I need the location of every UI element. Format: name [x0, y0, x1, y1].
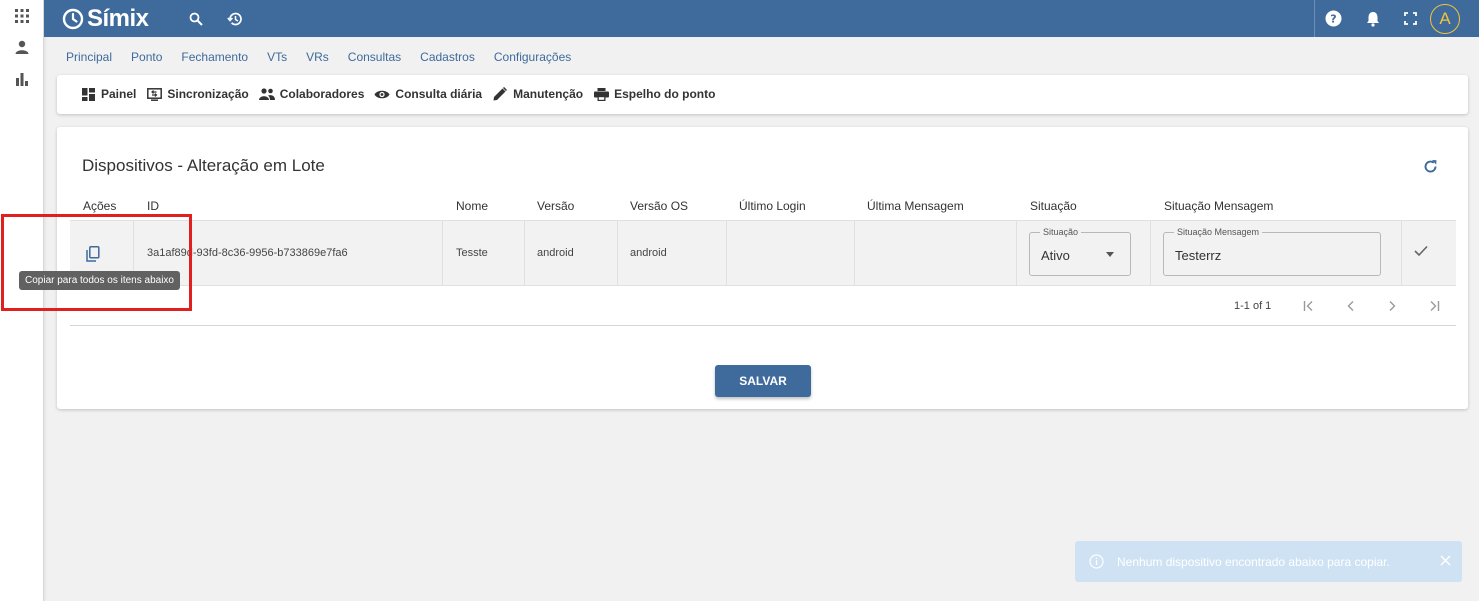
person-icon[interactable]: [12, 37, 32, 57]
left-rail: [0, 0, 44, 601]
first-page-icon[interactable]: [1301, 298, 1317, 314]
col-nome: Nome: [456, 199, 489, 213]
subnav-item-espelho-do-ponto[interactable]: Espelho do ponto: [593, 86, 715, 102]
subnav-item-colaboradores[interactable]: Colaboradores: [258, 86, 365, 102]
close-icon[interactable]: [1439, 554, 1452, 567]
col-id: ID: [147, 199, 159, 213]
cell-nome: Tesste: [456, 247, 488, 259]
subnav-item-painel[interactable]: Painel: [80, 86, 136, 102]
nav-item-ponto[interactable]: Ponto: [131, 50, 162, 64]
situacao-select[interactable]: Situação Ativo: [1029, 227, 1131, 276]
situacao-mensagem-input[interactable]: Situação Mensagem Testerrz: [1163, 227, 1381, 276]
nav-item-vts[interactable]: VTs: [267, 50, 287, 64]
fullscreen-icon[interactable]: [1400, 8, 1421, 29]
sync-screen-icon: [146, 86, 162, 102]
cell-divider: [1150, 221, 1151, 285]
subnav-label: Espelho do ponto: [614, 87, 716, 101]
last-page-icon[interactable]: [1426, 298, 1442, 314]
col-situacao: Situação: [1030, 199, 1077, 213]
col-situacao-mensagem: Situação Mensagem: [1164, 199, 1274, 213]
refresh-icon[interactable]: [1420, 156, 1440, 176]
next-page-icon[interactable]: [1384, 298, 1400, 314]
subnav-label: Colaboradores: [279, 87, 365, 101]
table-row: 3a1af89d-93fd-8c36-9956-b733869e7fa6 Tes…: [70, 220, 1456, 286]
table-header: Ações ID Nome Versão Versão OS Último Lo…: [70, 193, 1456, 220]
nav-item-fechamento[interactable]: Fechamento: [181, 50, 248, 64]
nav-item-principal[interactable]: Principal: [66, 50, 112, 64]
devices-card: Dispositivos - Alteração em Lote Ações I…: [57, 127, 1468, 409]
copy-to-all-button[interactable]: [82, 243, 104, 265]
devices-table: Ações ID Nome Versão Versão OS Último Lo…: [70, 193, 1456, 326]
chevron-down-icon: [1106, 252, 1114, 257]
col-versao: Versão: [537, 199, 575, 213]
top-bar: Símix ? A: [44, 0, 1479, 37]
people-icon: [258, 86, 275, 102]
notifications-icon[interactable]: [1362, 8, 1383, 29]
subnav-label: Painel: [101, 87, 137, 101]
cell-divider: [524, 221, 525, 285]
bar-chart-icon[interactable]: [12, 69, 32, 89]
copy-icon: [86, 246, 100, 262]
sub-nav: Painel Sincronização Colaboradores Consu…: [57, 75, 1468, 114]
apps-grid-icon[interactable]: [12, 6, 32, 26]
toast-message: Nenhum dispositivo encontrado abaixo par…: [1117, 555, 1390, 569]
history-icon[interactable]: [224, 8, 245, 29]
info-icon: [1089, 554, 1104, 569]
page-title: Dispositivos - Alteração em Lote: [82, 156, 325, 175]
situacao-mensagem-label: Situação Mensagem: [1174, 227, 1263, 237]
cell-versao: android: [537, 247, 574, 259]
nav-item-consultas[interactable]: Consultas: [348, 50, 401, 64]
nav-item-configuracoes[interactable]: Configurações: [494, 50, 571, 64]
col-versao-os: Versão OS: [630, 199, 689, 213]
situacao-value: Ativo: [1041, 248, 1070, 263]
col-ultimo-login: Último Login: [739, 199, 806, 213]
svg-text:?: ?: [1330, 13, 1336, 26]
subnav-item-manutencao[interactable]: Manutenção: [492, 86, 583, 102]
situacao-label: Situação: [1040, 227, 1082, 237]
page-range: 1-1 of 1: [1234, 300, 1272, 312]
topbar-separator: [1314, 0, 1315, 37]
main-nav: Principal Ponto Fechamento VTs VRs Consu…: [66, 50, 571, 64]
save-button[interactable]: SALVAR: [715, 365, 811, 397]
subnav-label: Consulta diária: [395, 87, 483, 101]
eye-icon: [374, 86, 390, 102]
col-ultima-mensagem: Última Mensagem: [867, 199, 964, 213]
clock-logo-icon: [62, 8, 84, 30]
subnav-item-consulta-diaria[interactable]: Consulta diária: [374, 86, 482, 102]
cell-divider: [442, 221, 443, 285]
dashboard-icon: [80, 86, 96, 102]
help-icon[interactable]: ?: [1323, 8, 1344, 29]
prev-page-icon[interactable]: [1343, 298, 1359, 314]
cell-divider: [1016, 221, 1017, 285]
cell-divider: [1401, 221, 1402, 285]
cell-id: 3a1af89d-93fd-8c36-9956-b733869e7fa6: [147, 247, 348, 259]
paginator: 1-1 of 1: [70, 286, 1456, 326]
app-logo[interactable]: Símix: [62, 5, 149, 33]
info-toast: Nenhum dispositivo encontrado abaixo par…: [1075, 541, 1462, 582]
cell-versao-os: android: [630, 247, 667, 259]
app-name: Símix: [87, 5, 149, 32]
search-icon[interactable]: [185, 8, 206, 29]
cell-divider: [726, 221, 727, 285]
cell-divider: [617, 221, 618, 285]
nav-item-vrs[interactable]: VRs: [306, 50, 329, 64]
col-acoes: Ações: [83, 199, 117, 213]
confirm-check-icon[interactable]: [1414, 245, 1430, 261]
cell-divider: [854, 221, 855, 285]
nav-item-cadastros[interactable]: Cadastros: [420, 50, 475, 64]
copy-tooltip: Copiar para todos os itens abaixo: [19, 271, 180, 290]
subnav-label: Sincronização: [167, 87, 249, 101]
printer-icon: [593, 86, 609, 102]
subnav-item-sincronizacao[interactable]: Sincronização: [146, 86, 249, 102]
user-avatar[interactable]: A: [1430, 4, 1460, 34]
situacao-mensagem-value: Testerrz: [1175, 248, 1222, 263]
subnav-label: Manutenção: [513, 87, 584, 101]
pencil-icon: [492, 86, 508, 102]
